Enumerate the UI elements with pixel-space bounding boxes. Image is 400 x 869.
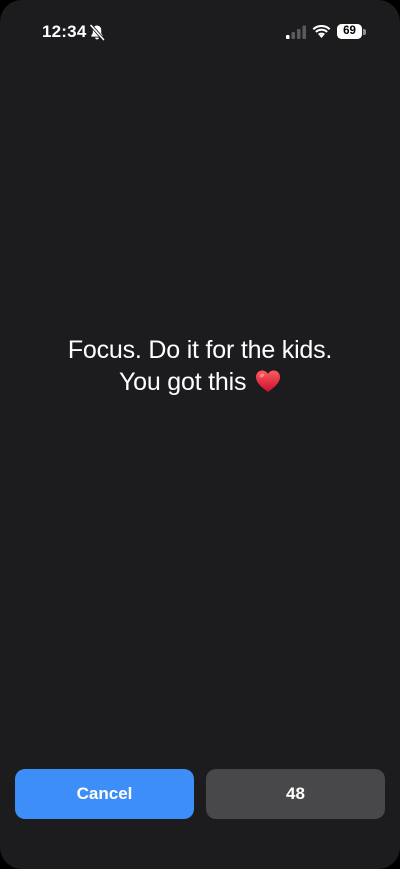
motivation-message: Focus. Do it for the kids. You got this (0, 334, 400, 398)
cancel-button[interactable]: Cancel (15, 769, 194, 819)
status-time: 12:34 (42, 22, 87, 41)
battery-cap (363, 28, 366, 35)
message-line-1: Focus. Do it for the kids. (67, 336, 333, 364)
red-heart-icon (256, 370, 281, 392)
message-line-2: You got this (118, 368, 247, 396)
wifi-icon (312, 25, 331, 38)
focus-screen: 12:34 69 Focus. Do it for the kids. You … (0, 0, 400, 869)
bell-slash-icon (89, 24, 105, 41)
message-line-2-wrapper: You got this (0, 366, 400, 398)
cellular-signal-icon (286, 25, 306, 39)
status-bar: 12:34 69 (0, 0, 400, 64)
countdown-button[interactable]: 48 (206, 769, 385, 819)
battery-indicator: 69 (337, 24, 366, 39)
battery-level: 69 (343, 25, 356, 37)
